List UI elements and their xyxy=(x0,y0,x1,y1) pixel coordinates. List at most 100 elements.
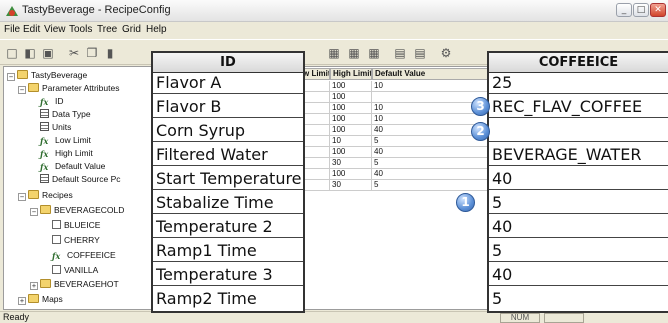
callout-badge-1: 1 xyxy=(456,193,475,212)
collapse-icon[interactable]: − xyxy=(30,208,38,216)
tree-node-cherry[interactable]: CHERRY xyxy=(52,235,100,246)
tree-node-label: Units xyxy=(52,122,72,132)
tree-node-maps[interactable]: + Maps xyxy=(18,294,63,305)
id-cell: Temperature 3 xyxy=(153,265,303,286)
grid-cell[interactable]: 100 xyxy=(330,169,372,180)
grid-cell[interactable]: 100 xyxy=(330,147,372,158)
menu-view[interactable]: View xyxy=(44,24,66,35)
expand-icon[interactable]: + xyxy=(18,297,26,305)
folder-icon xyxy=(17,70,28,79)
menu-grid[interactable]: Grid xyxy=(122,24,141,35)
grid-f-icon[interactable]: ⚙ xyxy=(438,45,454,61)
coffeeice-column-header: COFFEEICE xyxy=(489,53,668,73)
expand-icon[interactable]: + xyxy=(30,282,38,290)
tree-node-label: Default Value xyxy=(55,161,106,171)
close-button[interactable]: ✕ xyxy=(650,3,666,17)
id-cell: Temperature 2 xyxy=(153,217,303,238)
open-folder-icon[interactable]: ◧ xyxy=(22,45,38,61)
status-text: Ready xyxy=(3,312,30,322)
minimize-button[interactable]: _ xyxy=(616,3,632,17)
maximize-button[interactable]: □ xyxy=(633,3,649,17)
grid-cell[interactable]: 100 xyxy=(330,92,372,103)
grid-cell[interactable]: 5 xyxy=(372,180,488,191)
grid-b-icon[interactable]: ▦ xyxy=(346,45,362,61)
grid-cell[interactable]: 10 xyxy=(330,136,372,147)
grid-cell[interactable]: 5 xyxy=(372,136,488,147)
coffeeice-cell xyxy=(489,121,668,142)
function-icon: ƒx xyxy=(40,149,49,159)
tree-node-coffeeice[interactable]: ƒx COFFEEICE xyxy=(52,250,116,261)
tree-node-high-limit[interactable]: ƒx High Limit xyxy=(40,148,93,159)
grid-cell[interactable]: 30 xyxy=(330,180,372,191)
collapse-icon[interactable]: − xyxy=(7,73,15,81)
tree-node-label: BEVERAGECOLD xyxy=(54,205,125,215)
id-cell: Ramp2 Time xyxy=(156,289,257,308)
tree-node-label: High Limit xyxy=(55,148,93,158)
tree-node-id[interactable]: ƒx ID xyxy=(40,96,64,107)
grid-cell[interactable]: 5 xyxy=(372,158,488,169)
tree-node-tastybeverage[interactable]: − TastyBeverage xyxy=(7,70,87,81)
tree-node-units[interactable]: Units xyxy=(40,122,71,133)
id-column-header: ID xyxy=(153,53,303,73)
id-cell: Corn Syrup xyxy=(153,121,303,142)
tree-view[interactable]: − TastyBeverage − Parameter Attributes ƒx I… xyxy=(3,66,163,310)
grid-cell[interactable]: 40 xyxy=(372,147,488,158)
tree-node-vanilla[interactable]: VANILLA xyxy=(52,265,98,276)
grid-cell[interactable]: 100 xyxy=(330,81,372,92)
grid-cell[interactable]: 40 xyxy=(372,169,488,180)
list-icon xyxy=(40,109,49,118)
menu-help[interactable]: Help xyxy=(146,24,167,35)
grid-cell[interactable]: 10 xyxy=(372,114,488,125)
grid-d-icon[interactable]: ▤ xyxy=(392,45,408,61)
folder-icon xyxy=(40,279,51,288)
grid-cell[interactable]: 10 xyxy=(372,81,488,92)
tree-node-blueice[interactable]: BLUEICE xyxy=(52,220,100,231)
grid-cell[interactable]: 100 xyxy=(330,125,372,136)
paste-icon[interactable]: ▮ xyxy=(102,45,118,61)
grid-a-icon[interactable]: ▦ xyxy=(326,45,342,61)
grid-cell[interactable]: 100 xyxy=(330,114,372,125)
menu-tools[interactable]: Tools xyxy=(69,24,92,35)
cut-icon[interactable]: ✂ xyxy=(66,45,82,61)
copy-icon[interactable]: ❐ xyxy=(84,45,100,61)
coffeeice-cell: 5 xyxy=(492,289,503,308)
tree-node-default-value[interactable]: ƒx Default Value xyxy=(40,161,105,172)
menu-edit[interactable]: Edit xyxy=(23,24,40,35)
tree-node-parameter-attributes[interactable]: − Parameter Attributes xyxy=(18,83,119,94)
app-icon xyxy=(6,6,18,16)
grid-cell[interactable] xyxy=(372,92,488,103)
grid-header-default-value[interactable]: Default Value xyxy=(372,68,488,80)
grid-e-icon[interactable]: ▤ xyxy=(412,45,428,61)
save-icon[interactable]: ▣ xyxy=(40,45,56,61)
tree-node-label: Maps xyxy=(42,294,63,304)
status-panel-empty xyxy=(544,313,584,323)
grid-cell[interactable]: 100 xyxy=(330,103,372,114)
grid-c-icon[interactable]: ▦ xyxy=(366,45,382,61)
tree-node-recipes[interactable]: − Recipes xyxy=(18,190,73,201)
menu-bar: File Edit View Tools Tree Grid Help xyxy=(0,22,668,39)
tree-node-label: Recipes xyxy=(42,190,73,200)
tree-node-beveragecold[interactable]: − BEVERAGECOLD xyxy=(30,205,124,216)
collapse-icon[interactable]: − xyxy=(18,86,26,94)
tree-node-label: Default Source Pc xyxy=(52,174,121,184)
folder-icon xyxy=(40,205,51,214)
new-doc-icon[interactable]: □ xyxy=(4,45,20,61)
id-cell: Start Temperature xyxy=(153,169,303,190)
id-cell: Ramp1 Time xyxy=(153,241,303,262)
grid-header-high-limit[interactable]: High Limit xyxy=(330,68,372,80)
tree-node-beveragehot[interactable]: + BEVERAGEHOT xyxy=(30,279,119,290)
function-icon: ƒx xyxy=(52,251,61,261)
tree-node-data-type[interactable]: Data Type xyxy=(40,109,91,120)
tree-node-low-limit[interactable]: ƒx Low Limit xyxy=(40,135,91,146)
tree-node-label: CHERRY xyxy=(64,235,100,245)
tree-node-default-source[interactable]: Default Source Pc xyxy=(40,174,121,185)
menu-tree[interactable]: Tree xyxy=(97,24,117,35)
id-cell: Flavor A xyxy=(153,73,303,94)
grid-cell[interactable]: 30 xyxy=(330,158,372,169)
list-icon xyxy=(40,174,49,183)
tree-node-label: BLUEICE xyxy=(64,220,101,230)
coffeeice-cell: 40 xyxy=(489,217,668,238)
function-icon: ƒx xyxy=(40,162,49,172)
menu-file[interactable]: File xyxy=(4,24,20,35)
collapse-icon[interactable]: − xyxy=(18,193,26,201)
